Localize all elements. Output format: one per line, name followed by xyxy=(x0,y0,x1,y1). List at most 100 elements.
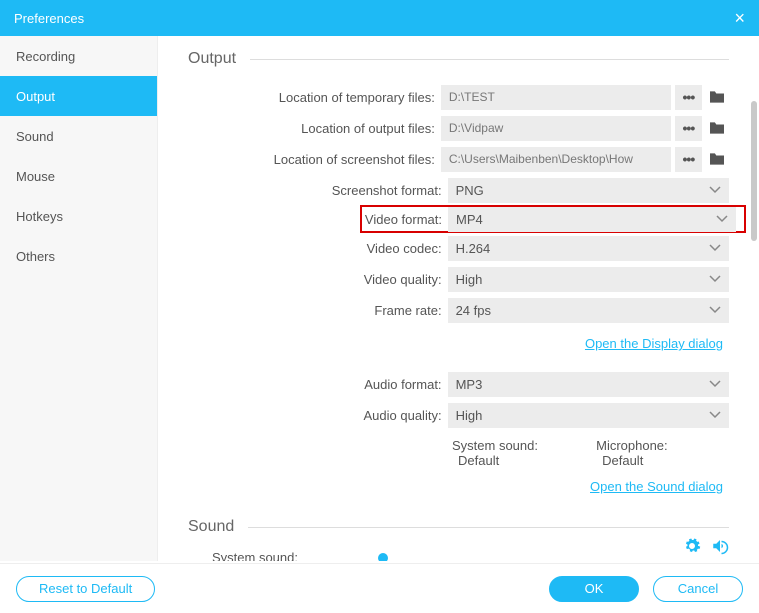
open-display-dialog-link[interactable]: Open the Display dialog xyxy=(585,336,723,351)
reset-to-default-button[interactable]: Reset to Default xyxy=(16,576,155,602)
label-video-format: Video format: xyxy=(362,212,448,227)
row-output-files: Location of output files: ••• xyxy=(188,113,729,143)
row-temp-files: Location of temporary files: ••• xyxy=(188,82,729,112)
chevron-down-icon xyxy=(709,273,721,285)
titlebar: Preferences × xyxy=(0,0,759,36)
sidebar-item-recording[interactable]: Recording xyxy=(0,36,157,76)
cancel-button[interactable]: Cancel xyxy=(653,576,743,602)
row-audio-format: Audio format: MP3 xyxy=(188,369,729,399)
open-screenshot-folder-button[interactable] xyxy=(706,147,729,172)
sidebar-item-others[interactable]: Others xyxy=(0,236,157,276)
browse-output-files-button[interactable]: ••• xyxy=(675,116,702,141)
sidebar-item-mouse[interactable]: Mouse xyxy=(0,156,157,196)
display-link-row: Open the Display dialog xyxy=(188,335,729,353)
sound-icons xyxy=(683,537,729,555)
select-value: High xyxy=(456,408,483,423)
chevron-down-icon xyxy=(709,184,721,196)
sidebar-item-sound[interactable]: Sound xyxy=(0,116,157,156)
sidebar-item-label: Others xyxy=(16,249,55,264)
sidebar-item-hotkeys[interactable]: Hotkeys xyxy=(0,196,157,236)
system-sound-info: System sound: Default xyxy=(452,438,558,468)
folder-icon xyxy=(708,152,726,166)
sound-link-row: Open the Sound dialog xyxy=(188,478,729,496)
sidebar-item-label: Sound xyxy=(16,129,54,144)
section-divider xyxy=(250,59,729,60)
label-audio-quality: Audio quality: xyxy=(188,408,448,423)
label-output-files: Location of output files: xyxy=(188,121,441,136)
input-temp-files[interactable] xyxy=(441,85,671,110)
browse-temp-files-button[interactable]: ••• xyxy=(675,85,702,110)
ellipsis-icon: ••• xyxy=(683,120,695,136)
system-sound-value: Default xyxy=(458,453,499,468)
main-scroll: Output Location of temporary files: ••• … xyxy=(158,36,759,561)
select-audio-quality[interactable]: High xyxy=(448,403,729,428)
chevron-down-icon xyxy=(709,304,721,316)
chevron-down-icon xyxy=(716,213,728,225)
open-temp-folder-button[interactable] xyxy=(706,85,729,110)
body: Recording Output Sound Mouse Hotkeys Oth… xyxy=(0,36,759,561)
main-panel: Output Location of temporary files: ••• … xyxy=(158,36,759,561)
system-sound-label: System sound: xyxy=(452,438,538,453)
select-video-codec[interactable]: H.264 xyxy=(448,236,729,261)
label-screenshot-files: Location of screenshot files: xyxy=(188,152,441,167)
row-video-format-highlight: Video format: MP4 xyxy=(360,205,746,233)
select-value: H.264 xyxy=(456,241,491,256)
select-frame-rate[interactable]: 24 fps xyxy=(448,298,729,323)
label-temp-files: Location of temporary files: xyxy=(188,90,441,105)
ellipsis-icon: ••• xyxy=(683,89,695,105)
sidebar: Recording Output Sound Mouse Hotkeys Oth… xyxy=(0,36,158,561)
chevron-down-icon xyxy=(709,409,721,421)
folder-icon xyxy=(708,90,726,104)
label-video-quality: Video quality: xyxy=(188,272,448,287)
footer: Reset to Default OK Cancel xyxy=(0,563,759,613)
chevron-down-icon xyxy=(709,242,721,254)
select-value: MP4 xyxy=(456,212,483,227)
speaker-icon[interactable] xyxy=(711,537,729,555)
sidebar-item-label: Mouse xyxy=(16,169,55,184)
button-label: OK xyxy=(585,581,604,596)
slider-handle[interactable] xyxy=(378,553,388,562)
label-frame-rate: Frame rate: xyxy=(188,303,448,318)
label-audio-format: Audio format: xyxy=(188,377,448,392)
select-value: 24 fps xyxy=(456,303,491,318)
browse-screenshot-files-button[interactable]: ••• xyxy=(675,147,702,172)
gear-icon[interactable] xyxy=(683,537,701,555)
label-screenshot-format: Screenshot format: xyxy=(188,183,448,198)
select-value: MP3 xyxy=(456,377,483,392)
row-audio-quality: Audio quality: High xyxy=(188,400,729,430)
sidebar-item-label: Output xyxy=(16,89,55,104)
audio-info-row: System sound: Default Microphone: Defaul… xyxy=(188,438,729,468)
sidebar-item-output[interactable]: Output xyxy=(0,76,157,116)
select-video-quality[interactable]: High xyxy=(448,267,729,292)
section-divider xyxy=(248,527,729,528)
close-icon[interactable]: × xyxy=(734,9,745,27)
open-output-folder-button[interactable] xyxy=(706,116,729,141)
ok-button[interactable]: OK xyxy=(549,576,639,602)
row-video-codec: Video codec: H.264 xyxy=(188,233,729,263)
sidebar-item-label: Hotkeys xyxy=(16,209,63,224)
select-screenshot-format[interactable]: PNG xyxy=(448,178,729,203)
select-audio-format[interactable]: MP3 xyxy=(448,372,729,397)
row-screenshot-files: Location of screenshot files: ••• xyxy=(188,144,729,174)
button-label: Reset to Default xyxy=(39,581,132,596)
microphone-label: Microphone: xyxy=(596,438,668,453)
scrollbar-thumb[interactable] xyxy=(751,101,757,241)
system-sound-label: System sound: xyxy=(212,550,298,561)
open-sound-dialog-link[interactable]: Open the Sound dialog xyxy=(590,479,723,494)
window-title: Preferences xyxy=(14,11,84,26)
sidebar-item-label: Recording xyxy=(16,49,75,64)
select-value: High xyxy=(456,272,483,287)
input-output-files[interactable] xyxy=(441,116,671,141)
label-video-codec: Video codec: xyxy=(188,241,448,256)
sound-section-header: Sound xyxy=(188,518,729,536)
row-system-sound: System sound: xyxy=(188,550,729,561)
chevron-down-icon xyxy=(709,378,721,390)
microphone-info: Microphone: Default xyxy=(596,438,691,468)
row-frame-rate: Frame rate: 24 fps xyxy=(188,295,729,325)
input-screenshot-files[interactable] xyxy=(441,147,671,172)
select-video-format[interactable]: MP4 xyxy=(448,207,736,232)
ellipsis-icon: ••• xyxy=(683,151,695,167)
row-video-quality: Video quality: High xyxy=(188,264,729,294)
microphone-value: Default xyxy=(602,453,643,468)
section-title: Output xyxy=(188,50,236,68)
